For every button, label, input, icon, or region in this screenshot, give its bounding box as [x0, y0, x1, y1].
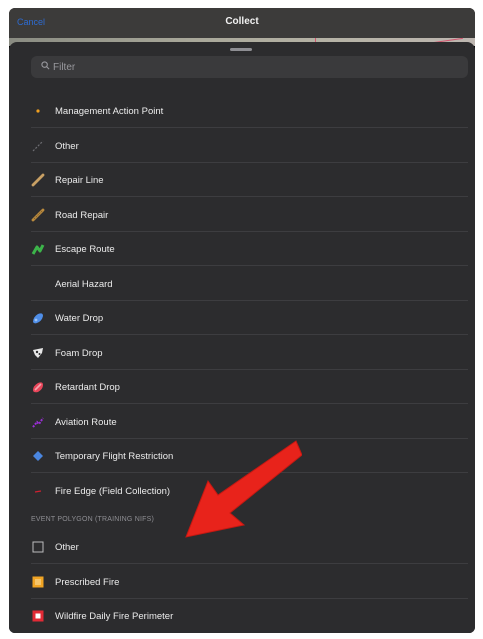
purple-route-icon [32, 417, 44, 428]
brown-line-icon [31, 208, 45, 222]
list-item-label: Fire Edge (Field Collection) [55, 485, 171, 497]
list-item-repair-line[interactable]: Repair Line [31, 163, 468, 197]
list-item-label: Other [55, 541, 79, 553]
red-arrow-annotation [185, 440, 302, 538]
list-item-label: Water Drop [55, 312, 104, 324]
list-item-foam-drop[interactable]: Foam Drop [31, 336, 468, 370]
red-retardant-icon [33, 382, 43, 393]
list-item-water-drop[interactable]: Water Drop [31, 301, 468, 335]
list-item-label: Wildfire Daily Fire Perimeter [55, 610, 174, 622]
row-separator [31, 196, 468, 197]
list-item-label: Prescribed Fire [55, 576, 120, 588]
hollow-square-icon [32, 541, 44, 553]
list-item-escape-route[interactable]: Escape Route [31, 232, 468, 266]
section-header-event-polygon: EVENT POLYGON (TRAINING NIFS) [31, 516, 154, 523]
page-title: Collect [225, 16, 259, 27]
white-foam-icon [33, 348, 43, 358]
orange-dot-icon [36, 109, 40, 113]
red-line-icon [34, 490, 42, 493]
list-item-label: Retardant Drop [55, 381, 120, 393]
sheet-grabber-handle[interactable] [230, 48, 252, 51]
list-item-label: Repair Line [55, 174, 104, 186]
green-route-icon [31, 244, 45, 255]
row-separator [31, 127, 468, 128]
orange-square-icon [32, 576, 44, 588]
filter-input[interactable] [53, 56, 453, 78]
list-item-wildfire-daily-fire-perimeter[interactable]: Wildfire Daily Fire Perimeter [31, 599, 468, 633]
list-item-label: Management Action Point [55, 105, 164, 117]
list-item-label: Foam Drop [55, 347, 103, 359]
collect-sheet: Management Action Point Other Repair Lin… [9, 42, 475, 633]
gray-line-icon [32, 140, 44, 152]
list-item-road-repair[interactable]: Road Repair [31, 198, 468, 232]
empty-icon [31, 277, 45, 291]
list-item-label: Aviation Route [55, 416, 117, 428]
row-separator [31, 403, 468, 404]
row-separator [31, 334, 468, 335]
filter-field[interactable] [31, 56, 468, 78]
list-item-aerial-hazard[interactable]: Aerial Hazard [31, 267, 468, 301]
navigation-bar: Cancel Collect [9, 8, 475, 46]
tan-line-icon [31, 173, 45, 187]
list-item-label: Aerial Hazard [55, 278, 113, 290]
list-item-retardant-drop[interactable]: Retardant Drop [31, 370, 468, 404]
list-item-label: Road Repair [55, 209, 109, 221]
list-item-label: Temporary Flight Restriction [55, 450, 174, 462]
list-item-prescribed-fire[interactable]: Prescribed Fire [31, 565, 468, 599]
list-item-label: Escape Route [55, 243, 115, 255]
red-square-icon [32, 610, 44, 622]
row-separator [31, 563, 468, 564]
list-item-other-line[interactable]: Other [31, 129, 468, 163]
list-item-label: Other [55, 140, 79, 152]
blue-drop-icon [33, 313, 43, 324]
blue-diamond-icon [33, 451, 43, 461]
search-icon [41, 61, 50, 70]
list-item-management-action-point[interactable]: Management Action Point [31, 94, 468, 128]
row-separator [31, 265, 468, 266]
